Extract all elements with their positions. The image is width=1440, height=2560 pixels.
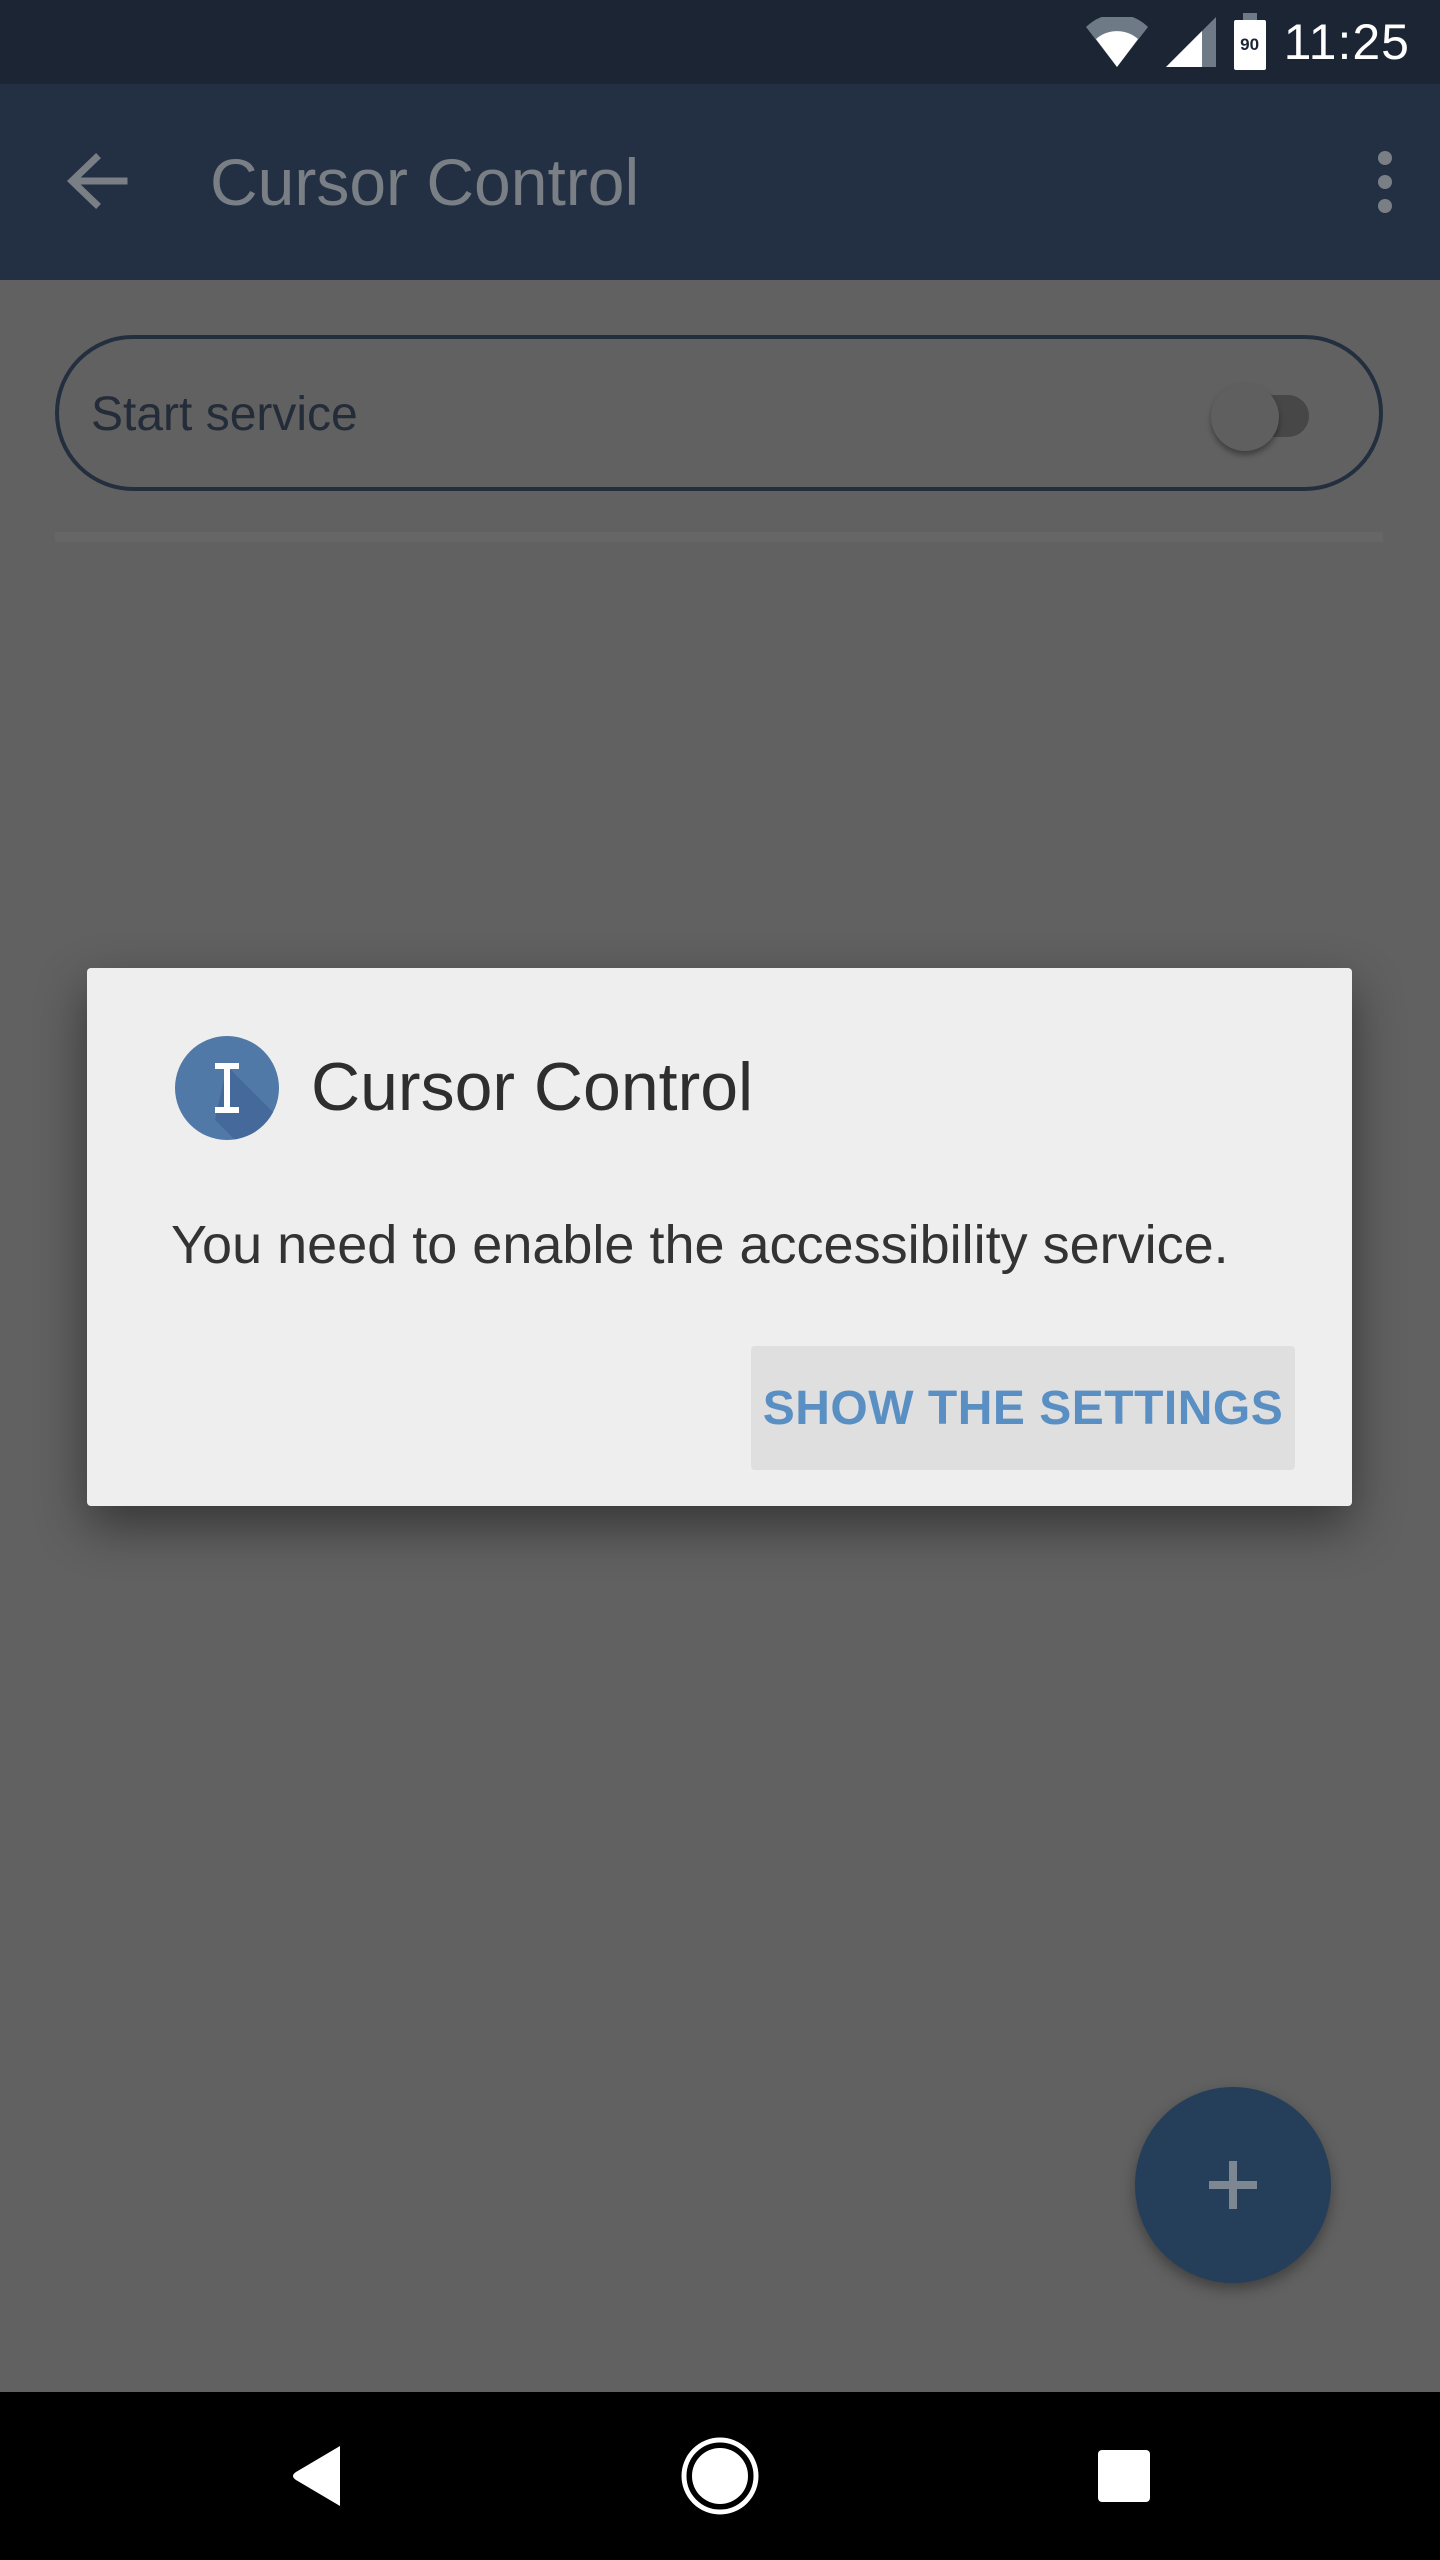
battery-icon: 90 [1233,13,1266,70]
back-arrow-icon[interactable] [62,146,132,216]
status-bar: 90 11:25 [0,0,1440,84]
start-service-label: Start service [91,388,358,441]
cell-signal-icon [1165,17,1216,67]
battery-level: 90 [1240,35,1260,54]
back-nav-icon[interactable] [276,2436,356,2516]
divider [55,532,1383,542]
status-icons: 90 11:25 [1085,0,1410,84]
app-title: Cursor Control [210,145,640,219]
navigation-bar [0,2392,1440,2560]
status-time: 11:25 [1283,14,1410,70]
text-cursor-icon [175,1036,279,1140]
wifi-icon [1085,17,1148,67]
dialog-message: You need to enable the accessibility ser… [171,1215,1229,1275]
recents-nav-icon[interactable] [1084,2436,1164,2516]
add-fab-button[interactable] [1135,2087,1331,2283]
dialog-title: Cursor Control [311,1049,754,1125]
plus-icon [1209,2161,1257,2209]
app-bar: Cursor Control [0,84,1440,280]
start-service-switch-thumb[interactable] [1211,383,1279,451]
show-settings-button[interactable]: SHOW THE SETTINGS [751,1346,1295,1470]
home-nav-icon[interactable] [680,2436,760,2516]
accessibility-dialog: Cursor Control You need to enable the ac… [87,968,1352,1506]
overflow-menu-icon[interactable] [1370,150,1400,214]
start-service-row[interactable]: Start service [55,335,1383,491]
